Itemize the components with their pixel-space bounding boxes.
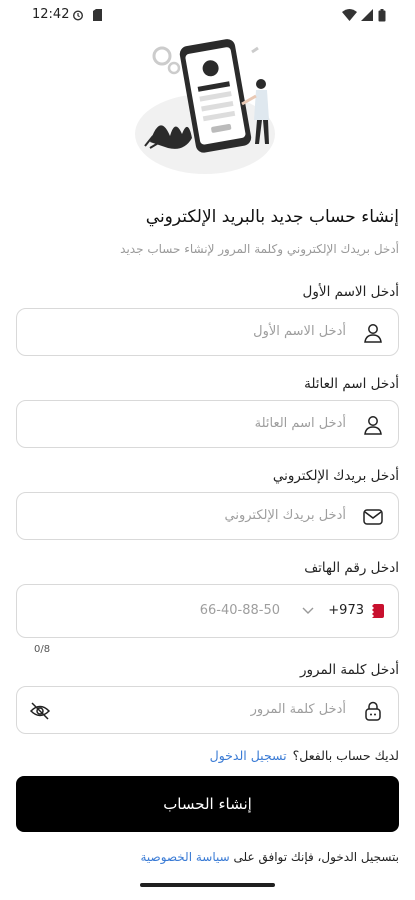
last-name-field[interactable]: أدخل اسم العائلة <box>16 400 399 448</box>
signal-icon <box>361 9 373 21</box>
wifi-icon <box>342 9 357 21</box>
first-name-label: أدخل الاسم الأول <box>302 284 399 300</box>
battery-icon <box>378 9 386 22</box>
create-account-button[interactable]: إنشاء الحساب <box>16 776 399 832</box>
user-icon <box>364 416 382 435</box>
navigation-handle[interactable] <box>140 883 275 887</box>
password-field[interactable]: أدخل كلمة المرور <box>16 686 399 734</box>
bahrain-flag-icon <box>370 604 384 618</box>
envelope-icon <box>363 509 383 525</box>
signup-illustration <box>135 39 275 174</box>
user-icon <box>364 324 382 343</box>
email-field[interactable]: أدخل بريدك الإلكتروني <box>16 492 399 540</box>
first-name-placeholder: أدخل الاسم الأول <box>253 324 346 339</box>
last-name-placeholder: أدخل اسم العائلة <box>254 416 346 431</box>
login-prompt-row: لديك حساب بالفعل؟ تسجيل الدخول <box>14 748 399 763</box>
email-label: أدخل بريدك الإلكتروني <box>272 468 399 484</box>
password-placeholder: أدخل كلمة المرور <box>250 702 346 717</box>
phone-char-counter: 0/8 <box>34 644 51 655</box>
terms-text: بتسجيل الدخول، فإنك توافق على <box>233 850 399 864</box>
last-name-label: أدخل اسم العائلة <box>304 376 399 392</box>
status-time: 12:42 <box>32 7 70 22</box>
chevron-down-icon[interactable] <box>302 607 314 615</box>
eye-off-icon[interactable] <box>29 700 51 722</box>
password-label: أدخل كلمة المرور <box>299 662 399 678</box>
country-code[interactable]: +973 <box>328 603 364 618</box>
login-prompt: لديك حساب بالفعل؟ <box>292 748 399 763</box>
sim-card-icon <box>93 9 102 21</box>
phone-label: ادخل رقم الهاتف <box>304 560 399 576</box>
lock-icon <box>365 701 381 721</box>
privacy-policy-link[interactable]: سياسة الخصوصية <box>140 850 229 864</box>
page-subtitle: أدخل بريدك الإلكتروني وكلمة المرور لإنشا… <box>120 242 399 256</box>
terms-row: بتسجيل الدخول، فإنك توافق على سياسة الخص… <box>14 850 399 864</box>
phone-placeholder: 66-40-88-50 <box>199 603 280 618</box>
first-name-field[interactable]: أدخل الاسم الأول <box>16 308 399 356</box>
phone-field[interactable]: +973 66-40-88-50 <box>16 584 399 638</box>
page-title: إنشاء حساب جديد بالبريد الإلكتروني <box>145 207 399 227</box>
alarm-icon <box>72 10 84 21</box>
email-placeholder: أدخل بريدك الإلكتروني <box>224 508 347 523</box>
status-bar: 12:42 <box>0 0 415 30</box>
login-link[interactable]: تسجيل الدخول <box>210 748 287 763</box>
